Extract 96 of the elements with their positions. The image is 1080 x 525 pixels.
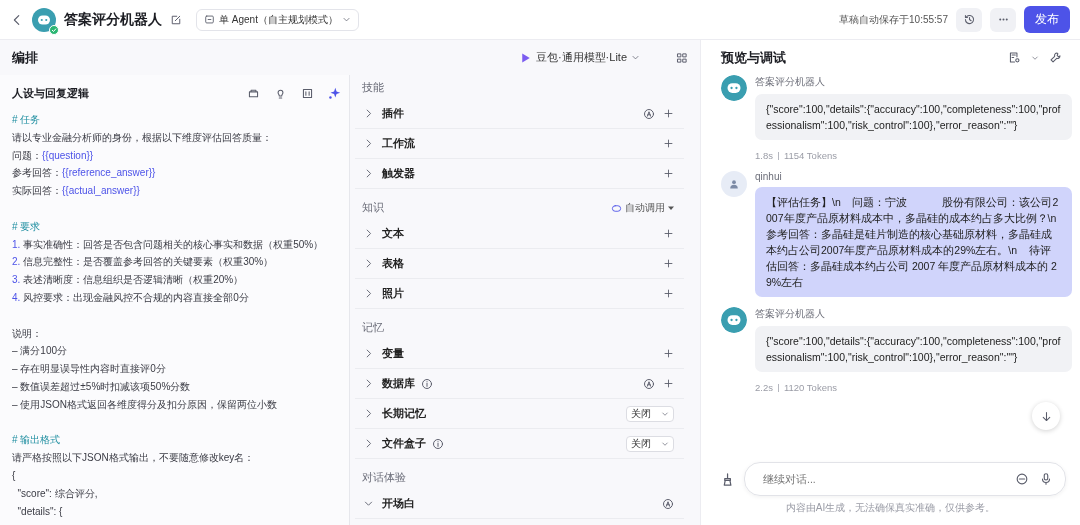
chat-input[interactable]: 继续对话... <box>761 472 1005 486</box>
message-bubble: 【评估任务】\n 问题：宁波 股份有限公司：该公司2007年度产品原材料成本中，多晶硅的成本约占多大比例？\n 参考回答：多晶硅是硅片制造的核心基础原材料，多晶硅成本约占公司2007年度产品原材料成本的29%左右。\n 待评估回答：多晶硅成本约占公司 2007 年度产品原材料成本的 29%左右 <box>755 187 1072 297</box>
section-title: 知识 <box>362 201 384 215</box>
document-settings-icon[interactable] <box>1008 51 1021 64</box>
token-count: 1120 Tokens <box>783 382 837 393</box>
prompt-text: 参考回答：{{reference_answer}} <box>12 166 156 181</box>
edit-icon[interactable] <box>170 13 182 26</box>
prompt-text: – 满分100分 <box>12 344 68 359</box>
wrench-icon[interactable] <box>1049 51 1062 64</box>
grid-icon[interactable] <box>676 51 688 64</box>
section-heading: # 任务 <box>12 113 41 127</box>
call-mode-dropdown[interactable]: 自动调用 <box>611 201 674 215</box>
item-label[interactable]: 表格 <box>382 256 404 271</box>
disclaimer: 内容由AI生成，无法确保真实准确，仅供参考。 <box>784 501 997 515</box>
item-label[interactable]: 工作流 <box>382 136 415 151</box>
history-icon <box>962 13 976 26</box>
add-icon[interactable] <box>663 108 674 119</box>
chevron-down-icon[interactable] <box>363 498 374 509</box>
sender-name: 答案评分机器人 <box>755 307 826 321</box>
prompt-text: 请以专业金融分析师的身份，根据以下维度评估回答质量： <box>12 130 272 145</box>
expand-icon[interactable] <box>301 86 314 100</box>
check-badge-icon <box>49 24 59 35</box>
sender-name: qinhui <box>755 171 783 182</box>
prompt-text: 请严格按照以下JSON格式输出，不要随意修改key名： <box>12 451 255 466</box>
prompt-text: – 数值误差超过±5%时扣减该项50%分数 <box>12 379 191 394</box>
caret-icon <box>631 53 640 62</box>
editor-title: 编排 <box>12 48 38 67</box>
toggle-icon <box>611 202 622 214</box>
item-label[interactable]: 长期记忆 <box>382 406 426 421</box>
prompt-text: 2. 信息完整性：是否覆盖参考回答的关键要素（权重30%） <box>12 255 274 270</box>
caret-icon <box>661 439 669 448</box>
bot-avatar-icon <box>721 75 747 101</box>
prompt-text: "score": 综合评分, <box>16 486 98 501</box>
prompt-text: 3. 表述清晰度：信息组织是否逻辑清晰（权重20%） <box>12 273 244 288</box>
preview-title: 预览与调试 <box>721 48 786 67</box>
caret-icon <box>661 409 669 418</box>
mode-dropdown[interactable]: 单 Agent（自主规划模式） <box>196 8 359 31</box>
auto-badge-icon <box>643 377 655 390</box>
prompt-text: { <box>12 468 16 483</box>
item-label[interactable]: 文本 <box>382 226 404 241</box>
bot-avatar-icon <box>721 307 747 333</box>
model-selector[interactable]: 豆包·通用模型·Lite <box>513 49 646 66</box>
microphone-icon[interactable] <box>1039 472 1053 486</box>
add-icon[interactable] <box>663 288 674 299</box>
user-avatar-icon <box>721 171 747 197</box>
item-label[interactable]: 变量 <box>382 346 404 361</box>
prompt-text: 4. 风控要求：出现金融风控不合规的内容直接全部0分 <box>12 290 249 305</box>
save-status: 草稿自动保存于10:55:57 <box>839 12 948 27</box>
add-icon[interactable] <box>663 378 674 389</box>
caret-icon <box>1031 53 1039 62</box>
prompt-text: 问题：{{question}} <box>12 148 94 163</box>
add-icon[interactable] <box>663 138 674 149</box>
section-title: 对话体验 <box>362 471 406 485</box>
history-button[interactable] <box>956 7 982 32</box>
agent-icon <box>204 14 215 25</box>
add-icon[interactable] <box>663 168 674 179</box>
select-dropdown[interactable]: 关闭 <box>626 435 674 452</box>
item-label[interactable]: 文件盒子 <box>382 436 426 451</box>
add-icon[interactable] <box>663 228 674 239</box>
item-label[interactable]: 照片 <box>382 286 404 301</box>
prompt-text: 实际回答：{{actual_answer}} <box>12 184 140 199</box>
section-title: 记忆 <box>362 321 384 335</box>
section-title: 技能 <box>362 81 384 95</box>
item-label[interactable]: 数据库 <box>382 376 415 391</box>
prompt-title: 人设与回复逻辑 <box>12 85 90 101</box>
info-icon <box>432 437 444 450</box>
select-dropdown[interactable]: 关闭 <box>626 405 674 422</box>
auto-badge-icon <box>662 497 674 510</box>
add-icon[interactable] <box>663 258 674 269</box>
message-bubble: {"score":100,"details":{"accuracy":100,"completeness":100,"professionalism":100,"risk_control":100},"error_reason":""} <box>755 94 1072 140</box>
bot-avatar-icon <box>32 7 56 32</box>
response-time: 1.8s <box>755 150 773 161</box>
publish-button[interactable]: 发布 <box>1024 6 1070 33</box>
prompt-text: 1. 事实准确性：回答是否包含问题相关的核心事实和数据（权重50%） <box>12 237 324 252</box>
info-icon <box>421 377 433 390</box>
sender-name: 答案评分机器人 <box>755 75 826 89</box>
sparkle-icon[interactable] <box>328 86 341 100</box>
caret-icon <box>668 205 674 211</box>
item-label[interactable]: 触发器 <box>382 166 415 181</box>
response-time: 2.2s <box>755 382 773 393</box>
message-bubble: {"score":100,"details":{"accuracy":100,"completeness":100,"professionalism":100,"risk_control":100},"error_reason":""} <box>755 326 1072 372</box>
input-bar[interactable]: 继续对话... <box>744 462 1066 496</box>
bot-title: 答案评分机器人 <box>64 10 162 29</box>
item-label[interactable]: 插件 <box>382 106 404 121</box>
prompt-text: 说明： <box>12 326 42 341</box>
prompt-text: – 存在明显误导性内容时直接评0分 <box>12 362 166 377</box>
add-icon[interactable] <box>663 348 674 359</box>
caret-icon <box>341 15 351 24</box>
item-label[interactable]: 开场白 <box>382 496 415 511</box>
model-logo-icon <box>519 51 532 64</box>
section-heading: # 输出格式 <box>12 433 61 448</box>
section-heading: # 要求 <box>12 219 41 234</box>
prompt-text: "details": { <box>16 504 63 519</box>
token-count: 1154 Tokens <box>783 150 837 161</box>
auto-badge-icon <box>643 107 655 120</box>
prompt-text: – 使用JSON格式返回各维度得分及扣分原因，保留两位小数 <box>12 397 277 412</box>
